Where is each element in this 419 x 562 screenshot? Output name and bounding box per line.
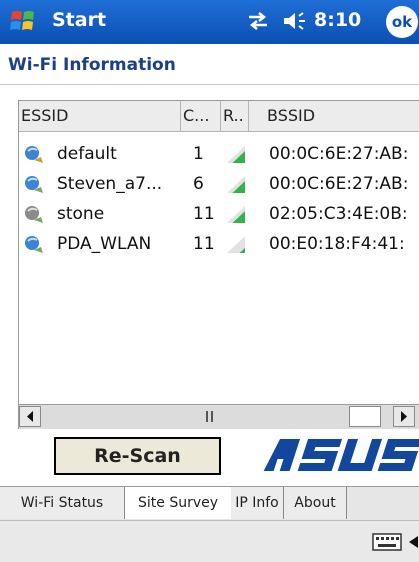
ok-button[interactable]: ok [386,6,418,38]
essid-cell: PDA_WLAN [57,234,152,254]
tab-site-survey[interactable]: Site Survey [124,487,232,519]
volume-icon[interactable] [282,10,308,32]
channel-cell: 6 [193,174,204,194]
arrow-left-icon [27,411,33,422]
site-survey-list[interactable]: ESSID C... R.. BSSID default 1 00:0C:6E:… [18,100,419,429]
bssid-cell: 00:E0:18:F4:41: [269,234,405,254]
column-header-channel[interactable]: C... [181,101,221,131]
arrow-right-icon [401,411,407,422]
channel-cell: 1 [193,144,204,164]
access-point-icon [25,146,43,163]
tab-strip: Wi-Fi Status Site Survey IP Info About [0,486,419,521]
list-header: ESSID C... R.. BSSID [19,101,419,132]
horizontal-scrollbar[interactable] [19,404,419,429]
table-row[interactable]: Steven_a7... 6 00:0C:6E:27:AB: [19,169,419,199]
scroll-left-button[interactable] [19,406,41,427]
table-row[interactable]: stone 11 02:05:C3:4E:0B: [19,199,419,229]
essid-cell: Steven_a7... [57,174,163,194]
keyboard-icon[interactable] [372,533,402,551]
column-header-essid[interactable]: ESSID [19,101,181,131]
asus-logo [263,439,419,471]
channel-cell: 11 [193,234,215,254]
table-row[interactable]: default 1 00:0C:6E:27:AB: [19,139,419,169]
column-header-rssi[interactable]: R.. [221,101,249,131]
access-point-icon [25,236,43,253]
column-header-bssid[interactable]: BSSID [249,101,419,131]
clock[interactable]: 8:10 [314,9,361,31]
essid-cell: stone [57,204,105,224]
tab-wifi-status[interactable]: Wi-Fi Status [0,487,125,519]
table-row[interactable]: PDA_WLAN 11 00:E0:18:F4:41: [19,229,419,259]
taskbar: Start 8:10 ok [0,0,419,44]
access-point-icon [25,176,43,193]
scroll-thumb[interactable] [349,406,381,427]
channel-cell: 11 [193,204,215,224]
input-selector-arrow-icon[interactable] [406,535,419,549]
access-point-icon [25,206,43,223]
windows-start-icon[interactable] [10,8,36,34]
menu-bar [0,520,419,562]
app-title-bar: Wi-Fi Information [0,44,419,85]
signal-strength-icon [227,176,245,193]
signal-strength-icon [227,236,245,253]
rescan-button[interactable]: Re-Scan [54,437,221,475]
bssid-cell: 00:0C:6E:27:AB: [269,174,409,194]
essid-cell: default [57,144,117,164]
connectivity-icon[interactable] [246,11,270,31]
tab-ip-info[interactable]: IP Info [231,487,284,519]
tab-about[interactable]: About [284,487,347,519]
bssid-cell: 00:0C:6E:27:AB: [269,144,409,164]
signal-strength-icon [227,206,245,223]
scroll-grip-icon [206,411,213,422]
signal-strength-icon [227,146,245,163]
scroll-right-button[interactable] [393,406,415,427]
page-title: Wi-Fi Information [8,55,176,75]
start-label[interactable]: Start [52,9,106,31]
bssid-cell: 02:05:C3:4E:0B: [269,204,408,224]
